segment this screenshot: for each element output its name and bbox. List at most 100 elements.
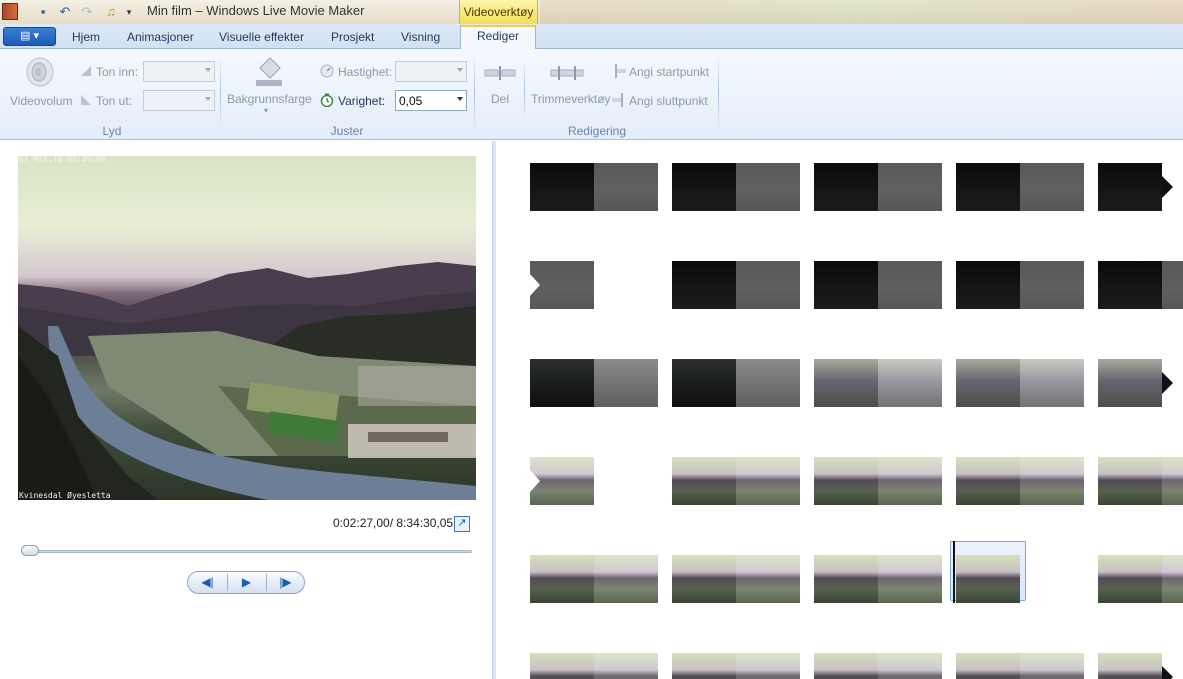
row-continue-right-icon bbox=[1162, 372, 1173, 394]
ribbon: Videovolum Ton inn: Ton ut: Lyd Bakgrunn… bbox=[0, 49, 1183, 140]
clip-thumbnail bbox=[736, 457, 800, 505]
clip-thumbnail bbox=[1020, 653, 1084, 679]
paint-bucket-icon bbox=[256, 57, 282, 86]
storyboard-clip[interactable] bbox=[814, 261, 942, 309]
storyboard-clip[interactable] bbox=[956, 457, 1084, 505]
customize-toolbar-icon[interactable]: ▾ bbox=[120, 4, 138, 20]
storyboard-clip[interactable] bbox=[1098, 163, 1162, 211]
clip-thumbnail bbox=[672, 555, 736, 603]
speaker-icon bbox=[26, 57, 54, 87]
clip-thumbnail bbox=[530, 163, 594, 211]
undo-icon[interactable]: ↶ bbox=[56, 4, 74, 20]
clip-thumbnail bbox=[736, 163, 800, 211]
ton-inn-label: Ton inn: bbox=[96, 65, 139, 79]
play-button[interactable]: ▶ bbox=[227, 572, 266, 593]
storyboard-clip[interactable] bbox=[672, 163, 800, 211]
storyboard-clip[interactable] bbox=[530, 163, 658, 211]
fade-out-icon bbox=[81, 95, 91, 105]
storyboard-clip[interactable] bbox=[1098, 555, 1183, 603]
storyboard-clip[interactable] bbox=[1098, 457, 1183, 505]
clip-thumbnail bbox=[736, 555, 800, 603]
varighet-dropdown[interactable]: 0,05 bbox=[395, 90, 467, 111]
varighet-label: Varighet: bbox=[338, 94, 386, 108]
title-bar: ▪ ↶ ↷ ♫ ▾ Min film – Windows Live Movie … bbox=[0, 0, 1183, 26]
group-title-lyd: Lyd bbox=[102, 124, 122, 138]
file-menu-button[interactable]: ▤ ▾ bbox=[3, 27, 56, 46]
storyboard-clip[interactable] bbox=[814, 555, 942, 603]
tab-rediger[interactable]: Rediger bbox=[460, 25, 536, 50]
storyboard-clip[interactable] bbox=[956, 555, 1020, 603]
tab-visuelle-effekter[interactable]: Visuelle effekter bbox=[213, 28, 310, 49]
save-icon[interactable]: ▪ bbox=[34, 4, 52, 20]
clip-thumbnail bbox=[956, 359, 1020, 407]
storyboard-clip[interactable] bbox=[530, 653, 658, 679]
ribbon-tab-bar: ▤ ▾ Hjem Animasjoner Visuelle effekter P… bbox=[0, 24, 1183, 50]
storyboard-clip[interactable] bbox=[814, 359, 942, 407]
storyboard[interactable] bbox=[496, 141, 1183, 679]
row-continue-left-icon bbox=[530, 470, 540, 492]
clip-thumbnail bbox=[878, 163, 942, 211]
storyboard-clip[interactable] bbox=[956, 261, 1084, 309]
clip-thumbnail bbox=[956, 555, 1020, 603]
storyboard-clip[interactable] bbox=[1098, 261, 1183, 309]
storyboard-clip[interactable] bbox=[672, 457, 800, 505]
redo-icon[interactable]: ↷ bbox=[78, 4, 96, 20]
clip-thumbnail bbox=[672, 359, 736, 407]
fullscreen-button[interactable]: ↗ bbox=[454, 516, 470, 532]
button-separator bbox=[524, 59, 525, 121]
tab-prosjekt[interactable]: Prosjekt bbox=[325, 28, 380, 49]
storyboard-clip[interactable] bbox=[814, 163, 942, 211]
previous-frame-button[interactable]: ◀| bbox=[188, 572, 227, 593]
playhead-marker[interactable] bbox=[953, 541, 955, 603]
tab-hjem[interactable]: Hjem bbox=[66, 28, 106, 49]
storyboard-clip[interactable] bbox=[814, 653, 942, 679]
storyboard-clip[interactable] bbox=[956, 359, 1084, 407]
storyboard-clip[interactable] bbox=[530, 555, 658, 603]
tab-visning[interactable]: Visning bbox=[395, 28, 446, 49]
bakgrunnsfarge-button[interactable]: Bakgrunnsfarge ▾ bbox=[224, 54, 314, 116]
trimmeverktoy-label: Trimmeverktøy bbox=[531, 92, 611, 106]
group-separator bbox=[474, 54, 475, 132]
trimmeverktoy-button[interactable]: Trimmeverktøy bbox=[528, 57, 611, 109]
del-button[interactable]: Del bbox=[480, 57, 520, 109]
angi-sluttpunkt-button[interactable]: Angi sluttpunkt bbox=[610, 90, 714, 110]
contextual-tab-group-label: Videoverktøy bbox=[459, 0, 538, 26]
storyboard-clip[interactable] bbox=[956, 653, 1084, 679]
clip-thumbnail bbox=[672, 163, 736, 211]
video-preview[interactable]: 01 MAY,10 05:45:00 Kvinesdal Øyesletta bbox=[18, 156, 476, 500]
row-continue-left-icon bbox=[530, 274, 540, 296]
clip-thumbnail bbox=[956, 261, 1020, 309]
storyboard-clip[interactable] bbox=[814, 457, 942, 505]
clip-thumbnail bbox=[814, 163, 878, 211]
storyboard-clip[interactable] bbox=[672, 653, 800, 679]
add-music-icon[interactable]: ♫ bbox=[102, 4, 120, 20]
videovolum-label: Videovolum bbox=[10, 94, 73, 108]
expand-icon: ↗ bbox=[457, 517, 467, 529]
seek-thumb[interactable] bbox=[21, 545, 40, 556]
ton-inn-dropdown[interactable] bbox=[143, 61, 215, 82]
ton-ut-dropdown[interactable] bbox=[143, 90, 215, 111]
clip-thumbnail bbox=[814, 359, 878, 407]
clip-thumbnail bbox=[956, 457, 1020, 505]
next-frame-button[interactable]: |▶ bbox=[266, 572, 305, 593]
clip-thumbnail bbox=[736, 261, 800, 309]
storyboard-clip[interactable] bbox=[956, 163, 1084, 211]
set-start-point-icon bbox=[615, 64, 626, 78]
angi-startpunkt-button[interactable]: Angi startpunkt bbox=[610, 61, 714, 81]
hastighet-dropdown[interactable] bbox=[395, 61, 467, 82]
storyboard-clip[interactable] bbox=[672, 555, 800, 603]
tab-animasjoner[interactable]: Animasjoner bbox=[121, 28, 200, 49]
clip-thumbnail bbox=[1020, 457, 1084, 505]
storyboard-clip[interactable] bbox=[672, 359, 800, 407]
duration-icon bbox=[320, 93, 334, 107]
storyboard-clip[interactable] bbox=[1098, 359, 1162, 407]
storyboard-clip[interactable] bbox=[530, 359, 658, 407]
seek-bar[interactable] bbox=[22, 550, 472, 553]
app-icon[interactable] bbox=[2, 3, 18, 20]
hastighet-label: Hastighet: bbox=[338, 65, 393, 79]
clip-thumbnail bbox=[814, 555, 878, 603]
storyboard-clip[interactable] bbox=[1098, 653, 1162, 679]
videovolum-button[interactable]: Videovolum bbox=[6, 54, 74, 116]
set-end-point-icon bbox=[612, 93, 623, 107]
storyboard-clip[interactable] bbox=[672, 261, 800, 309]
